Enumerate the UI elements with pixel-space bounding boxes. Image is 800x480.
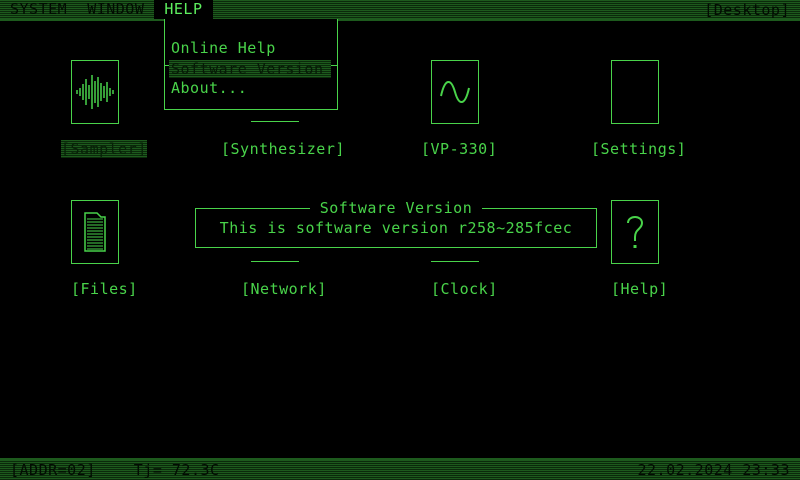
dialog-message: This is software version r258~285fcec <box>219 219 573 237</box>
icon-label-help[interactable]: [Help] <box>611 280 668 298</box>
icon-label-settings[interactable]: [Settings] <box>591 140 686 158</box>
menu-item-about[interactable]: About... <box>171 79 247 97</box>
menu-window[interactable]: WINDOW <box>77 0 154 19</box>
menu-help[interactable]: HELP <box>154 0 213 19</box>
icon-label-network[interactable]: [Network] <box>241 280 327 298</box>
datetime-readout: 22.02.2024 23:33 <box>637 461 790 479</box>
icon-label-sampler[interactable]: [Sampler] <box>61 140 147 158</box>
icon-label-clock[interactable]: [Clock] <box>431 280 498 298</box>
waveform-icon[interactable] <box>71 60 119 124</box>
network-icon[interactable] <box>251 261 299 262</box>
synthesizer-icon[interactable] <box>251 121 299 122</box>
sine-wave-icon[interactable] <box>431 60 479 124</box>
menu-system[interactable]: SYSTEM <box>0 0 77 19</box>
software-version-dialog: Software Version This is software versio… <box>195 199 597 248</box>
icon-label-files[interactable]: [Files] <box>71 280 138 298</box>
address-readout: [ADDR=02] <box>10 461 96 479</box>
question-mark-icon[interactable] <box>611 200 659 264</box>
dialog-title: Software Version <box>196 199 596 217</box>
desktop-context-label: [Desktop] <box>704 0 790 19</box>
menu-item-online-help[interactable]: Online Help <box>171 39 276 57</box>
icon-label-vp330[interactable]: [VP-330] <box>421 140 497 158</box>
file-stack-icon[interactable] <box>71 200 119 264</box>
temperature-readout: Tj= 72.3C <box>133 461 220 479</box>
icon-label-synthesizer[interactable]: [Synthesizer] <box>221 140 345 158</box>
menu-bar: SYSTEM WINDOW HELP [Desktop] <box>0 0 800 21</box>
settings-icon[interactable] <box>611 60 659 124</box>
help-dropdown-menu: Online Help Software Version About... <box>164 19 338 110</box>
clock-icon[interactable] <box>431 261 479 262</box>
status-bar: [ADDR=02] Tj= 72.3C 22.02.2024 23:33 <box>0 458 800 480</box>
menu-item-software-version[interactable]: Software Version <box>169 60 331 78</box>
